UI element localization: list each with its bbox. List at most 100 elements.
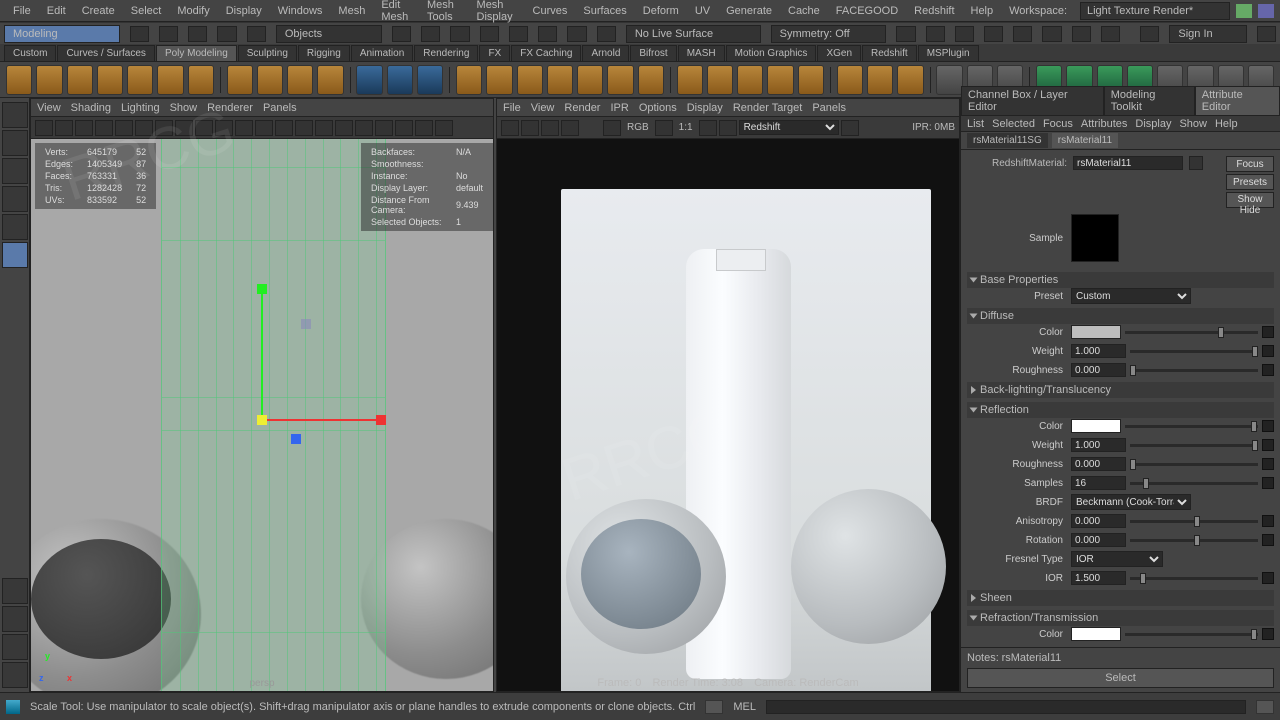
shelftab-fxcache[interactable]: FX Caching [511, 45, 581, 61]
section-reflection[interactable]: Reflection [967, 402, 1274, 418]
sel-icon[interactable] [392, 26, 411, 42]
focus-button[interactable]: Focus [1226, 156, 1274, 172]
hypershade-icon[interactable] [984, 26, 1003, 42]
insert-loop-icon[interactable] [867, 65, 893, 95]
section-refraction[interactable]: Refraction/Transmission [967, 610, 1274, 626]
vp-tool-icon[interactable] [115, 120, 133, 136]
append-icon[interactable] [577, 65, 603, 95]
tab-modeling-toolkit[interactable]: Modeling Toolkit [1104, 86, 1195, 116]
diffuse-color-slider[interactable] [1125, 331, 1258, 334]
shelftab-mograph[interactable]: Motion Graphics [726, 45, 817, 61]
vp-menu-view[interactable]: View [37, 102, 61, 114]
poly-cube-icon[interactable] [36, 65, 62, 95]
shelftab-redshift[interactable]: Redshift [862, 45, 917, 61]
select-button[interactable]: Select [967, 668, 1274, 688]
snap-point-icon[interactable] [538, 26, 557, 42]
sel-icon3[interactable] [450, 26, 469, 42]
new-scene-icon[interactable] [130, 26, 149, 42]
tab-channelbox[interactable]: Channel Box / Layer Editor [961, 86, 1104, 116]
shelftab-custom[interactable]: Custom [4, 45, 56, 61]
ae-show[interactable]: Show [1179, 118, 1207, 130]
showhide-button[interactable]: Show Hide [1226, 192, 1274, 208]
move-tool[interactable] [2, 158, 28, 184]
fresnel-dropdown[interactable]: IOR [1071, 551, 1163, 567]
rv-colorspace[interactable]: RGB [623, 122, 653, 133]
vp-tool-icon[interactable] [435, 120, 453, 136]
ae-display[interactable]: Display [1135, 118, 1171, 130]
shelftab-rigging[interactable]: Rigging [298, 45, 350, 61]
vp-tool-icon[interactable] [95, 120, 113, 136]
rv-menu-render[interactable]: Render [564, 102, 600, 114]
script-lang[interactable]: MEL [733, 701, 756, 713]
vp-menu-panels[interactable]: Panels [263, 102, 297, 114]
menu-meshdisplay[interactable]: Mesh Display [470, 0, 524, 26]
offset-loop-icon[interactable] [897, 65, 923, 95]
mat-tab-material[interactable]: rsMaterial11 [1052, 133, 1118, 148]
reflection-weight-slider[interactable] [1130, 444, 1258, 447]
menu-mesh[interactable]: Mesh [331, 2, 372, 20]
rotation-slider[interactable] [1130, 539, 1258, 542]
command-line[interactable] [766, 700, 1246, 714]
save-scene-icon[interactable] [188, 26, 207, 42]
aniso-slider[interactable] [1130, 520, 1258, 523]
material-sample-swatch[interactable] [1071, 214, 1119, 262]
section-backlight[interactable]: Back-lighting/Translucency [967, 382, 1274, 398]
crease-icon[interactable] [936, 65, 962, 95]
bridge-icon[interactable] [517, 65, 543, 95]
reflection-samples-map[interactable] [1262, 477, 1274, 489]
rv-zoom-icon[interactable] [699, 120, 717, 136]
menu-generate[interactable]: Generate [719, 2, 779, 20]
marketplace-icon[interactable] [1257, 26, 1276, 42]
rv-render-icon[interactable] [501, 120, 519, 136]
rv-snapshot-icon[interactable] [541, 120, 559, 136]
outliner-icon[interactable] [2, 662, 28, 688]
poly-text-icon[interactable] [287, 65, 313, 95]
rv-menu-file[interactable]: File [503, 102, 521, 114]
refraction-color-slider[interactable] [1125, 633, 1258, 636]
reflection-weight-field[interactable] [1071, 438, 1126, 452]
vp-tool-icon[interactable] [395, 120, 413, 136]
workspace-dropdown[interactable]: Light Texture Render* [1080, 2, 1230, 20]
reflection-samples-slider[interactable] [1130, 482, 1258, 485]
reflection-color-swatch[interactable] [1071, 419, 1121, 433]
menu-cache[interactable]: Cache [781, 2, 827, 20]
two-pane-icon[interactable] [2, 634, 28, 660]
diffuse-color-swatch[interactable] [1071, 325, 1121, 339]
poly-disc-icon[interactable] [188, 65, 214, 95]
ipr-icon[interactable] [926, 26, 945, 42]
lasso-tool[interactable] [2, 130, 28, 156]
material-name-field[interactable] [1073, 156, 1183, 170]
rv-save-icon[interactable] [561, 120, 579, 136]
rv-menu-view[interactable]: View [531, 102, 555, 114]
render-icon[interactable] [896, 26, 915, 42]
multicut-icon[interactable] [837, 65, 863, 95]
target-weld-icon[interactable] [767, 65, 793, 95]
ae-list[interactable]: List [967, 118, 984, 130]
poly-torus-icon[interactable] [127, 65, 153, 95]
redo-icon[interactable] [247, 26, 266, 42]
rv-ipr-icon[interactable] [521, 120, 539, 136]
play-step-fwd-icon[interactable] [1072, 26, 1091, 42]
vp-tool-icon[interactable] [375, 120, 393, 136]
symmetry-dropdown[interactable]: Symmetry: Off [771, 25, 887, 43]
merge-icon[interactable] [737, 65, 763, 95]
poly-cylinder-icon[interactable] [67, 65, 93, 95]
menu-surfaces[interactable]: Surfaces [576, 2, 633, 20]
shelftab-fx[interactable]: FX [479, 45, 510, 61]
vp-menu-show[interactable]: Show [170, 102, 198, 114]
tab-attribute-editor[interactable]: Attribute Editor [1195, 86, 1280, 116]
menu-deform[interactable]: Deform [636, 2, 686, 20]
renderview-canvas[interactable]: Frame: 0 Render Time: 3:08 Camera: Rende… [497, 139, 959, 691]
snap-grid-icon[interactable] [480, 26, 499, 42]
rotation-field[interactable] [1071, 533, 1126, 547]
poly-platonic-icon[interactable] [227, 65, 253, 95]
shelftab-render[interactable]: Rendering [414, 45, 478, 61]
reflection-weight-map[interactable] [1262, 439, 1274, 451]
menu-edit[interactable]: Edit [40, 2, 73, 20]
detach-icon[interactable] [638, 65, 664, 95]
preset-dropdown[interactable]: Custom [1071, 288, 1191, 304]
combine-icon[interactable] [356, 65, 382, 95]
vp-tool-icon[interactable] [355, 120, 373, 136]
open-scene-icon[interactable] [159, 26, 178, 42]
axis-plane-handle[interactable] [301, 319, 311, 329]
